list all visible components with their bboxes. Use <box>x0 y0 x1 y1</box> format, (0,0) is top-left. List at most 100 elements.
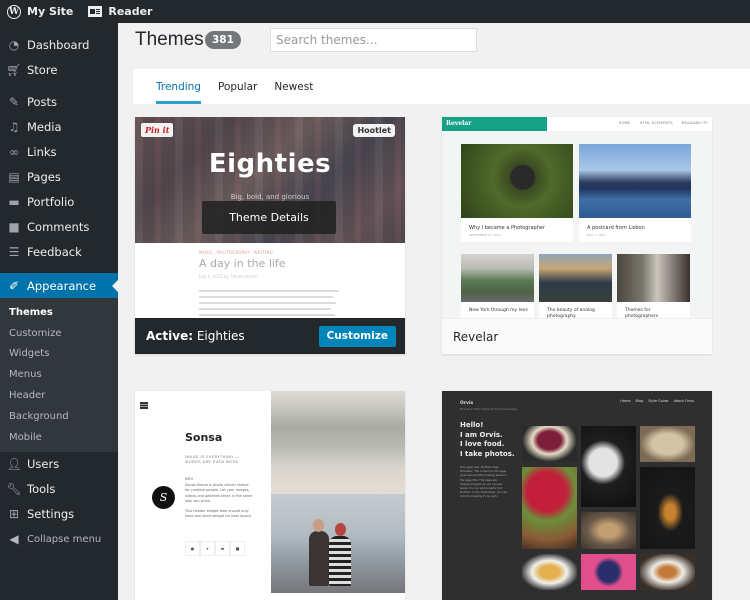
submenu-item-mobile[interactable]: Mobile <box>0 427 118 448</box>
theme-card-eighties[interactable]: Pin it Hootlet Eighties Big, bold, and g… <box>135 117 405 354</box>
preview-post-card: The beauty of analog photography <box>539 254 612 318</box>
tab-popular[interactable]: Popular <box>218 69 257 104</box>
submenu-item-themes[interactable]: Themes <box>0 302 118 323</box>
submenu-item-menus[interactable]: Menus <box>0 364 118 385</box>
theme-card-sonsa[interactable]: Sonsa IMAGE IS EVERYTHING — WORDS ARE EV… <box>135 391 405 600</box>
theme-card-orvis[interactable]: Orvis Minimal portfolio theme for food p… <box>442 391 712 600</box>
sidebar-item-links[interactable]: ∞ Links <box>0 139 118 164</box>
sidebar-item-media[interactable]: ♫ Media <box>0 114 118 139</box>
sidebar-item-posts[interactable]: ✎ Posts <box>0 89 118 114</box>
search-themes-input[interactable] <box>270 28 477 52</box>
submenu-item-background[interactable]: Background <box>0 406 118 427</box>
active-theme-name: Eighties <box>196 329 245 343</box>
preview-post-card: A postcard from Lisbon JULY 7, 2011 <box>579 144 691 242</box>
sidebar-item-label: Dashboard <box>27 37 90 52</box>
sidebar-item-pages[interactable]: ▤ Pages <box>0 164 118 189</box>
preview-tagline: Minimal portfolio theme for food photogr… <box>460 408 518 411</box>
laptop-photo <box>617 254 690 302</box>
wordpress-logo-icon: W <box>7 4 21 19</box>
preview-post-card: Why I became a Photographer SEPTEMBER 20… <box>461 144 573 242</box>
reader-label: Reader <box>108 5 153 18</box>
preview-nav: Home Blog Style Guide About Orvis <box>620 399 694 403</box>
admin-bar: W My Site Reader <box>0 0 750 23</box>
collapse-menu-button[interactable]: ◀ Collapse menu <box>0 527 118 552</box>
preview-tagline: Big, bold, and glorious <box>230 193 310 201</box>
preview-photos <box>271 391 405 593</box>
theme-screenshot[interactable]: Pin it Hootlet Eighties Big, bold, and g… <box>135 117 405 318</box>
preview-info: INFO Sonsa theme is photo centric theme … <box>185 477 253 520</box>
sidebar-item-users[interactable]: 👤︎ Users <box>0 452 118 477</box>
main-content: Themes 381 Trending Popular Newest Pin i… <box>118 23 750 600</box>
collapse-menu-label: Collapse menu <box>27 533 102 545</box>
sidebar-item-label: Posts <box>27 94 58 109</box>
theme-card-revelar[interactable]: Revelar HOME HTML ELEMENTS READABILITY W… <box>442 117 712 354</box>
active-prefix: Active: <box>146 329 194 343</box>
preview-post-text <box>199 290 339 318</box>
pin-it-button[interactable]: Pin it <box>141 123 174 137</box>
preview-post-meta: July 1, 2011 by Theme Buster <box>199 274 259 279</box>
preview-nav-item: HTML ELEMENTS <box>639 121 673 125</box>
page-title: Themes <box>135 29 204 50</box>
sidebar-item-store[interactable]: 🛒︎ Store <box>0 57 118 82</box>
user-icon: 👤︎ <box>6 457 22 472</box>
theme-name: Revelar <box>453 329 499 344</box>
sidebar-item-dashboard[interactable]: ◔ Dashboard <box>0 32 118 57</box>
bottle-photo <box>640 467 695 549</box>
theme-screenshot[interactable]: Orvis Minimal portfolio theme for food p… <box>442 391 712 600</box>
sidebar-item-label: Settings <box>27 507 75 522</box>
sidebar-item-feedback[interactable]: ☰ Feedback <box>0 239 118 264</box>
sidebar-item-label: Feedback <box>27 244 82 259</box>
preview-post-card: Themes for photographers <box>617 254 690 318</box>
reader-link[interactable]: Reader <box>81 0 160 23</box>
fish-photo <box>522 554 577 590</box>
admin-sidebar: ◔ Dashboard 🛒︎ Store ✎ Posts ♫ Media ∞ Links … <box>0 23 118 600</box>
my-site-link[interactable]: W My Site <box>0 0 81 23</box>
customize-button[interactable]: Customize <box>318 325 396 347</box>
photo-figure <box>335 523 346 536</box>
sushi-photo <box>581 426 636 507</box>
city-photo <box>461 254 534 302</box>
dashboard-icon: ◔ <box>8 37 20 52</box>
wrench-icon: 🔧︎ <box>6 482 22 497</box>
comment-icon: ■ <box>8 219 20 234</box>
theme-screenshot[interactable]: Revelar HOME HTML ELEMENTS READABILITY W… <box>442 117 712 318</box>
preview-header: Revelar HOME HTML ELEMENTS READABILITY <box>442 117 712 131</box>
instagram-icon: ■ <box>230 541 245 556</box>
hootlet-button[interactable]: Hootlet <box>353 124 395 137</box>
photo-figure <box>329 536 351 586</box>
preview-nav-item: Home <box>620 399 631 403</box>
preview-post-date: JULY 7, 2011 <box>587 233 606 237</box>
hamburger-menu-icon <box>140 402 148 404</box>
sonsa-logo-icon: S <box>152 486 175 509</box>
theme-details-button[interactable]: Theme Details <box>202 201 336 234</box>
sidebar-item-appearance[interactable]: ✐ Appearance <box>0 273 118 298</box>
theme-screenshot[interactable]: Sonsa IMAGE IS EVERYTHING — WORDS ARE EV… <box>135 391 405 600</box>
media-icon: ♫ <box>8 119 20 134</box>
sidebar-item-tools[interactable]: 🔧︎ Tools <box>0 477 118 502</box>
preview-post-title: A postcard from Lisbon <box>587 225 645 231</box>
preview-nav-item: Style Guide <box>648 399 669 403</box>
sidebar-item-portfolio[interactable]: ▬ Portfolio <box>0 189 118 214</box>
preview-info-text: Sonsa theme is photo centric theme for c… <box>185 482 253 504</box>
sidebar-item-label: Tools <box>27 482 56 497</box>
preview-sidebar: Sonsa IMAGE IS EVERYTHING — WORDS ARE EV… <box>135 391 270 593</box>
sidebar-item-comments[interactable]: ■ Comments <box>0 214 118 239</box>
preview-logo: Revelar <box>442 117 547 131</box>
sidebar-item-settings[interactable]: ⊞ Settings <box>0 502 118 527</box>
photo-figure <box>309 531 329 586</box>
tab-newest[interactable]: Newest <box>274 69 313 104</box>
sidebar-item-label: Pages <box>27 169 61 184</box>
tab-trending[interactable]: Trending <box>156 69 201 104</box>
sidebar-item-label: Users <box>27 457 60 472</box>
submenu-item-header[interactable]: Header <box>0 385 118 406</box>
preview-nav-item: Blog <box>635 399 644 403</box>
submenu-item-widgets[interactable]: Widgets <box>0 344 118 365</box>
preview-social-links: ● ▾ ▬ ■ <box>185 541 245 556</box>
cart-icon: 🛒︎ <box>6 62 22 77</box>
skatepark-photo <box>271 391 405 494</box>
active-theme-label: Active: Eighties <box>146 329 245 343</box>
submenu-item-customize[interactable]: Customize <box>0 323 118 344</box>
folder-icon: ▬ <box>8 194 20 209</box>
preview-nav-item: About Orvis <box>673 399 694 403</box>
preview-nav-item: HOME <box>618 121 631 125</box>
